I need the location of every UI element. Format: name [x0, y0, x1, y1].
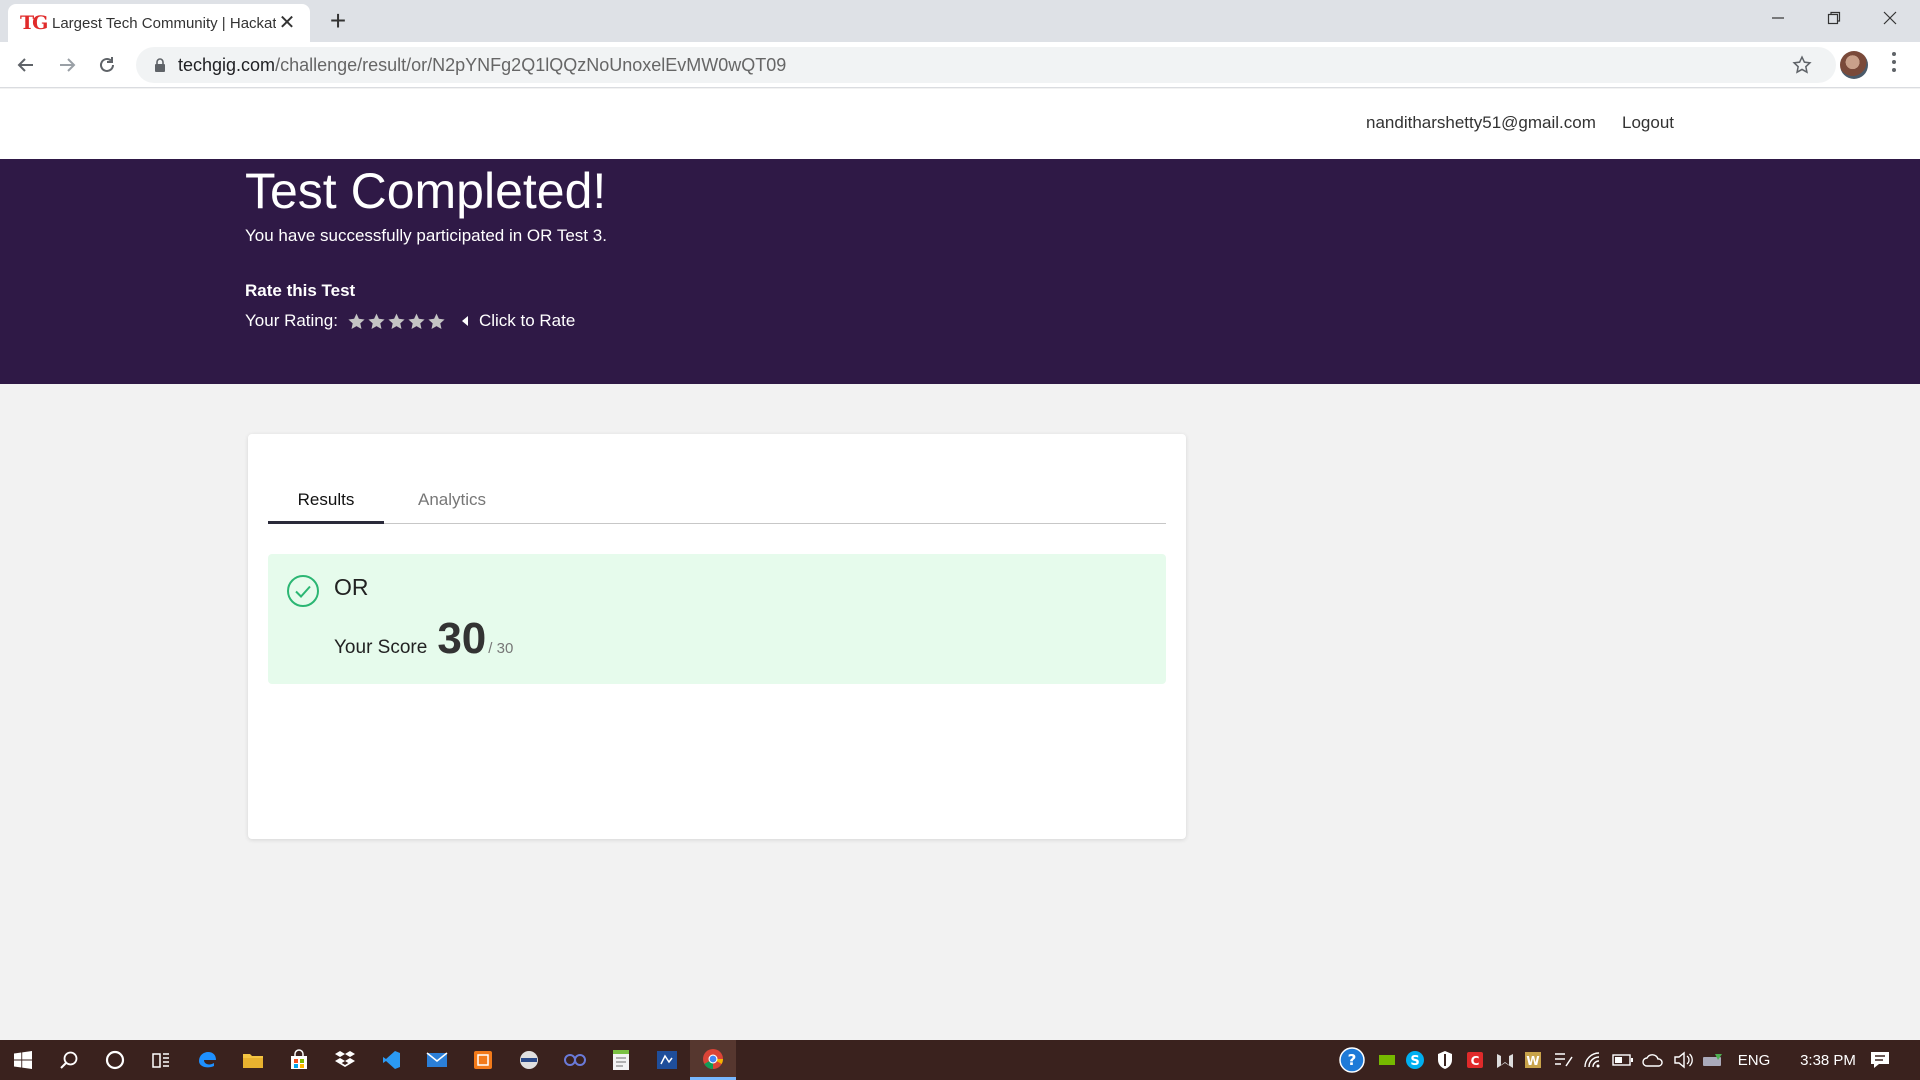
app-icon[interactable]	[644, 1040, 690, 1080]
rating-label: Your Rating:	[245, 311, 338, 330]
search-icon[interactable]	[46, 1040, 92, 1080]
app-icon[interactable]	[460, 1040, 506, 1080]
nvidia-icon[interactable]	[1374, 1040, 1400, 1080]
score-panel: OR Your Score 30 / 30	[268, 554, 1166, 684]
test-subject: OR	[334, 574, 369, 600]
back-arrow-icon	[17, 58, 33, 72]
browser-menu-icon[interactable]	[1884, 52, 1904, 72]
url-host: techgig.com	[178, 54, 276, 75]
profile-avatar[interactable]	[1840, 51, 1868, 79]
score-row: Your Score 30 / 30	[334, 614, 513, 664]
language-indicator[interactable]: ENG	[1728, 1040, 1780, 1080]
wifi-icon[interactable]	[1580, 1040, 1606, 1080]
onedrive-icon[interactable]	[1640, 1040, 1666, 1080]
file-explorer-icon[interactable]	[230, 1040, 276, 1080]
forward-button[interactable]	[51, 49, 83, 81]
tab-title: Largest Tech Community | Hackat	[52, 14, 276, 32]
close-tab-icon[interactable]: ✕	[276, 13, 298, 33]
url-path: /challenge/result/or/N2pYNFg2Q1lQQzNoUno…	[275, 54, 787, 75]
task-view-icon[interactable]	[138, 1040, 184, 1080]
rate-test-heading: Rate this Test	[245, 281, 356, 300]
score-value: 30	[437, 614, 487, 663]
star-icon[interactable]	[407, 312, 426, 331]
dropbox-icon[interactable]	[322, 1040, 368, 1080]
star-icon[interactable]	[347, 312, 366, 331]
star-icon[interactable]	[427, 312, 446, 331]
browser-tab[interactable]: TG Largest Tech Community | Hackat ✕	[8, 4, 310, 42]
browser-toolbar: techgig.com/challenge/result/or/N2pYNFg2…	[0, 42, 1920, 88]
result-card: Results Analytics OR Your Score 30 / 30	[248, 434, 1186, 839]
app-icon[interactable]	[552, 1040, 598, 1080]
cortana-icon[interactable]	[92, 1040, 138, 1080]
svg-text:W: W	[1526, 1054, 1539, 1068]
clock-time: 3:38 PM	[1800, 1051, 1856, 1069]
back-button[interactable]	[10, 49, 42, 81]
mcafee-icon[interactable]	[1492, 1040, 1518, 1080]
shield-icon[interactable]	[1432, 1040, 1458, 1080]
caret-left-icon	[461, 316, 468, 326]
antivirus-icon[interactable]: C	[1462, 1040, 1488, 1080]
tab-results[interactable]: Results	[268, 490, 384, 524]
windows-start-icon[interactable]	[0, 1040, 46, 1080]
volume-icon[interactable]	[1670, 1040, 1696, 1080]
svg-text:C: C	[1471, 1054, 1480, 1068]
edge-icon[interactable]	[184, 1040, 230, 1080]
reload-button[interactable]	[91, 49, 123, 81]
word-icon[interactable]: W	[1520, 1040, 1546, 1080]
language-text: ENG	[1737, 1051, 1771, 1069]
score-label: Your Score	[334, 637, 428, 658]
pen-workspace-icon[interactable]	[1550, 1040, 1576, 1080]
notepad-icon[interactable]	[598, 1040, 644, 1080]
skype-icon[interactable]: S	[1402, 1040, 1428, 1080]
page-title: Test Completed!	[245, 163, 607, 219]
mail-icon[interactable]	[414, 1040, 460, 1080]
rating-row: Your Rating: Click to Rate	[245, 311, 575, 331]
star-icon[interactable]	[387, 312, 406, 331]
lock-icon[interactable]	[142, 58, 178, 72]
restore-button[interactable]	[1806, 0, 1862, 36]
check-circle-icon	[286, 574, 320, 613]
close-window-button[interactable]	[1862, 0, 1918, 36]
chrome-icon[interactable]	[690, 1040, 736, 1080]
forward-arrow-icon	[60, 58, 76, 72]
new-tab-button[interactable]: +	[322, 6, 354, 36]
star-icon[interactable]	[367, 312, 386, 331]
site-header: nanditharshetty51@gmail.com Logout	[0, 89, 1920, 159]
url-text: techgig.com/challenge/result/or/N2pYNFg2…	[178, 55, 786, 76]
bookmark-star-icon[interactable]	[1792, 55, 1812, 80]
app-icon[interactable]	[506, 1040, 552, 1080]
test-completed-banner: Test Completed! You have successfully pa…	[0, 159, 1920, 384]
svg-text:S: S	[1410, 1054, 1419, 1069]
notifications-icon[interactable]	[1860, 1040, 1900, 1080]
techgig-favicon-icon: TG	[20, 12, 48, 34]
completion-message: You have successfully participated in OR…	[245, 226, 607, 245]
minimize-button[interactable]	[1750, 0, 1806, 36]
store-icon[interactable]	[276, 1040, 322, 1080]
address-bar[interactable]: techgig.com/challenge/result/or/N2pYNFg2…	[136, 47, 1836, 83]
battery-icon[interactable]	[1610, 1040, 1636, 1080]
result-tabs: Results Analytics	[268, 482, 1166, 524]
vscode-icon[interactable]	[368, 1040, 414, 1080]
logout-link[interactable]: Logout	[1622, 113, 1674, 133]
drive-sync-icon[interactable]	[1700, 1040, 1726, 1080]
browser-tabstrip: TG Largest Tech Community | Hackat ✕ +	[0, 0, 1920, 42]
reload-icon	[100, 57, 114, 72]
score-total: / 30	[488, 640, 514, 657]
user-email[interactable]: nanditharshetty51@gmail.com	[1366, 113, 1596, 133]
click-to-rate-link[interactable]: Click to Rate	[479, 311, 575, 331]
tab-analytics[interactable]: Analytics	[402, 490, 502, 510]
svg-text:?: ?	[1348, 1051, 1357, 1069]
windows-taskbar: ? S C W ENG 3:38 PM	[0, 1040, 1920, 1080]
rating-stars[interactable]	[347, 312, 446, 331]
help-icon[interactable]: ?	[1336, 1040, 1368, 1080]
